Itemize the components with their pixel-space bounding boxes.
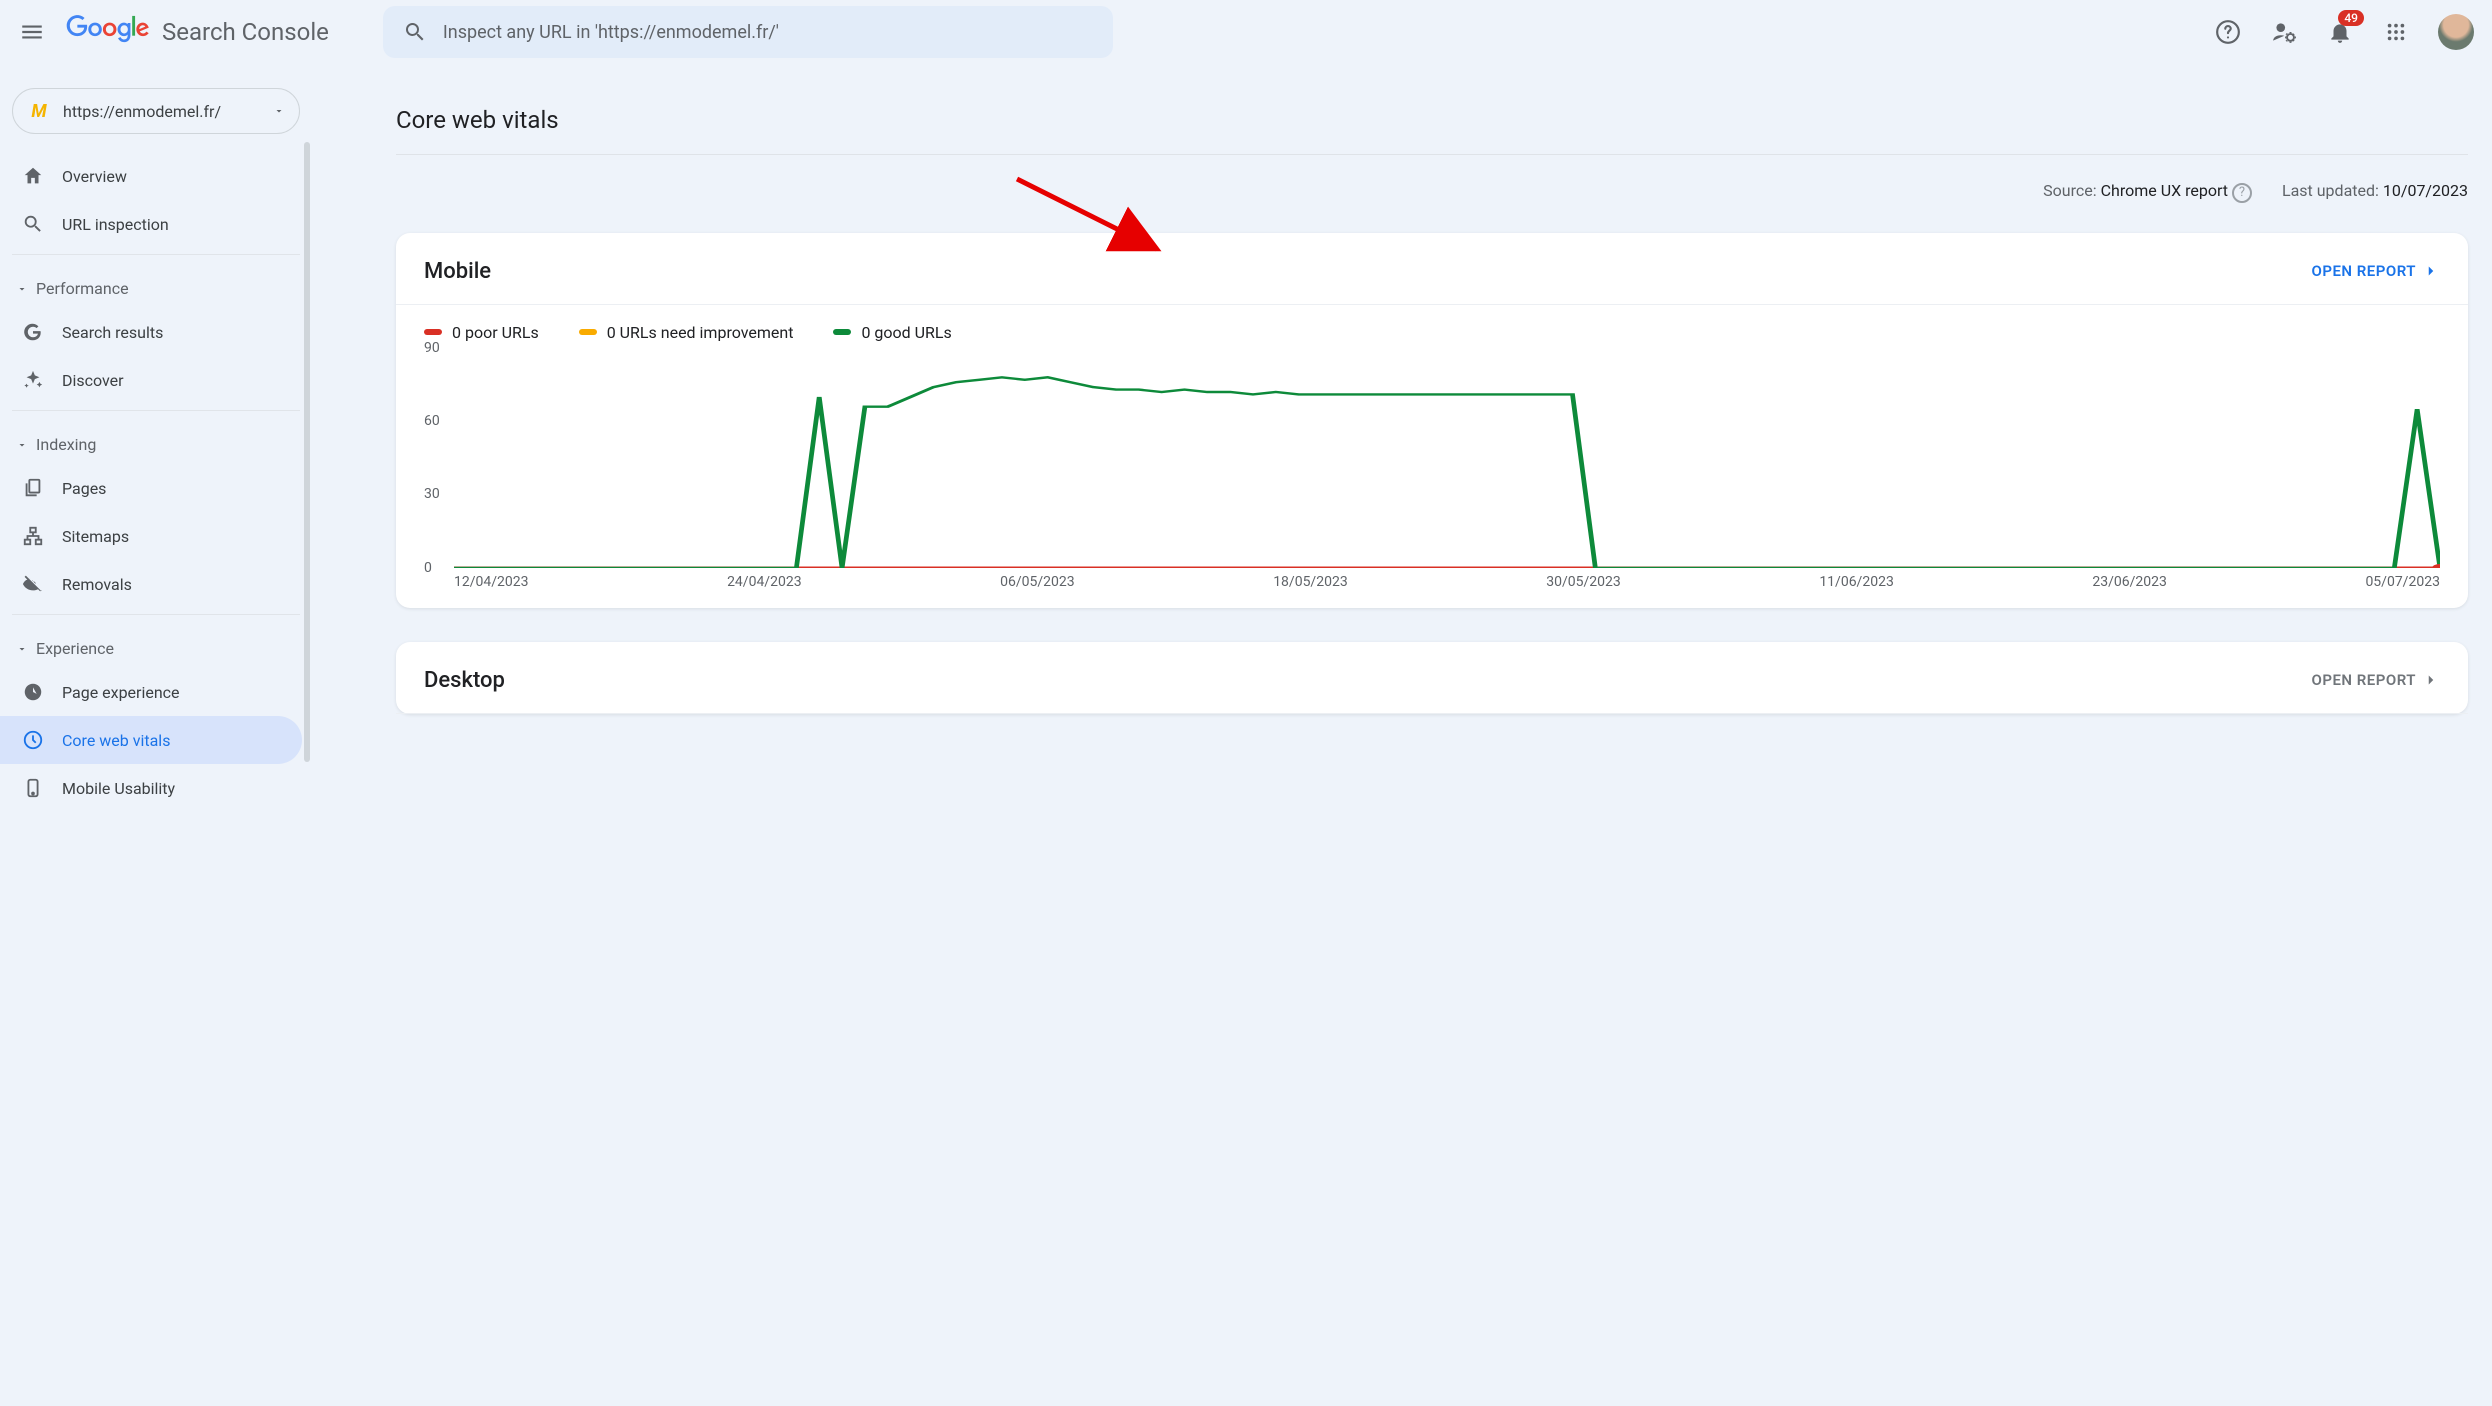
section-label: Experience [36, 639, 114, 658]
nav-label: Discover [62, 371, 124, 390]
sidebar-item-overview[interactable]: Overview [0, 152, 302, 200]
apps-grid-icon[interactable] [2382, 18, 2410, 46]
source-link[interactable]: Chrome UX report [2101, 181, 2228, 200]
source-label: Source: [2043, 181, 2100, 200]
home-icon [22, 165, 44, 187]
sidebar-item-page-experience[interactable]: Page experience [0, 668, 302, 716]
page-title: Core web vitals [396, 64, 2468, 154]
nav-label: Removals [62, 575, 132, 594]
sidebar-item-search-results[interactable]: Search results [0, 308, 302, 356]
nav-label: Search results [62, 323, 163, 342]
scrollbar[interactable] [304, 142, 310, 762]
notifications-icon[interactable]: 49 [2326, 18, 2354, 46]
legend-poor-label: 0 poor URLs [452, 323, 539, 342]
sidebar-item-removals[interactable]: Removals [0, 560, 302, 608]
x-axis: 12/04/202324/04/202306/05/202318/05/2023… [454, 574, 2440, 608]
notifications-badge: 49 [2338, 10, 2364, 26]
divider [12, 254, 300, 255]
section-experience[interactable]: Experience [0, 621, 312, 668]
divider [12, 410, 300, 411]
section-label: Performance [36, 279, 129, 298]
updated-value: 10/07/2023 [2383, 181, 2468, 200]
chart-plot-area [454, 348, 2440, 568]
swatch-poor [424, 329, 442, 335]
divider [396, 713, 2468, 714]
divider [12, 614, 300, 615]
menu-button[interactable] [18, 18, 46, 46]
app-header: Search Console 49 [0, 0, 2492, 64]
updated-label: Last updated: [2282, 181, 2383, 200]
url-inspect-input[interactable] [443, 22, 1095, 43]
search-icon [22, 213, 44, 235]
divider [396, 154, 2468, 155]
sidebar-item-url-inspection[interactable]: URL inspection [0, 200, 302, 248]
nav-label: Core web vitals [62, 731, 170, 750]
pages-icon [22, 477, 44, 499]
nav-label: Sitemaps [62, 527, 129, 546]
card-mobile-title: Mobile [424, 259, 491, 284]
sidebar-item-sitemaps[interactable]: Sitemaps [0, 512, 302, 560]
legend-poor[interactable]: 0 poor URLs [424, 323, 539, 342]
google-search-console-logo: Search Console [60, 15, 329, 49]
section-performance[interactable]: Performance [0, 261, 312, 308]
search-icon [401, 18, 429, 46]
help-icon[interactable] [2214, 18, 2242, 46]
card-desktop: Desktop OPEN REPORT [396, 642, 2468, 714]
nav-label: Page experience [62, 683, 180, 702]
users-settings-icon[interactable] [2270, 18, 2298, 46]
legend-need-improvement[interactable]: 0 URLs need improvement [579, 323, 794, 342]
legend-good-label: 0 good URLs [861, 323, 951, 342]
sidebar: M https://enmodemel.fr/ Overview URL ins… [0, 64, 312, 1406]
sidebar-item-core-web-vitals[interactable]: Core web vitals [0, 716, 302, 764]
open-report-label: OPEN REPORT [2312, 671, 2417, 689]
open-report-label: OPEN REPORT [2312, 262, 2417, 280]
product-name: Search Console [162, 18, 329, 46]
header-actions: 49 [2214, 14, 2474, 50]
help-tooltip-icon[interactable]: ? [2232, 183, 2252, 203]
chart-svg [454, 348, 2440, 568]
swatch-need [579, 329, 597, 335]
page-experience-icon [22, 681, 44, 703]
google-logo [60, 15, 156, 49]
section-indexing[interactable]: Indexing [0, 417, 312, 464]
legend-need-label: 0 URLs need improvement [607, 323, 794, 342]
discover-icon [22, 369, 44, 391]
search-box[interactable] [383, 6, 1113, 58]
open-report-mobile[interactable]: OPEN REPORT [2312, 262, 2441, 280]
swatch-good [833, 329, 851, 335]
main-content: Core web vitals Source: Chrome UX report… [312, 64, 2492, 1406]
mobile-icon [22, 777, 44, 799]
sitemap-icon [22, 525, 44, 547]
google-g-icon [22, 321, 44, 343]
chevron-right-icon [2422, 671, 2440, 689]
sidebar-item-pages[interactable]: Pages [0, 464, 302, 512]
sidebar-item-discover[interactable]: Discover [0, 356, 302, 404]
caret-down-icon [273, 102, 285, 121]
meta-row: Source: Chrome UX report ? Last updated:… [396, 181, 2468, 203]
card-desktop-title: Desktop [424, 668, 505, 693]
removals-icon [22, 573, 44, 595]
chevron-right-icon [2422, 262, 2440, 280]
updated-text: Last updated: 10/07/2023 [2282, 181, 2468, 203]
nav-label: Mobile Usability [62, 779, 175, 798]
source-text: Source: Chrome UX report ? [2043, 181, 2252, 203]
mobile-chart: 0306090 12/04/202324/04/202306/05/202318… [424, 348, 2440, 608]
account-avatar[interactable] [2438, 14, 2474, 50]
y-axis: 0306090 [424, 348, 454, 568]
nav-label: Overview [62, 167, 127, 186]
vitals-icon [22, 729, 44, 751]
section-label: Indexing [36, 435, 96, 454]
property-selector[interactable]: M https://enmodemel.fr/ [12, 88, 300, 134]
legend-good[interactable]: 0 good URLs [833, 323, 951, 342]
open-report-desktop[interactable]: OPEN REPORT [2312, 671, 2441, 689]
chart-legend: 0 poor URLs 0 URLs need improvement 0 go… [396, 305, 2468, 348]
nav-label: Pages [62, 479, 106, 498]
sidebar-item-mobile-usability[interactable]: Mobile Usability [0, 764, 302, 812]
nav-label: URL inspection [62, 215, 169, 234]
property-url: https://enmodemel.fr/ [63, 102, 261, 121]
site-favicon: M [27, 99, 51, 123]
card-mobile: Mobile OPEN REPORT 0 poor URLs 0 URLs ne… [396, 233, 2468, 608]
